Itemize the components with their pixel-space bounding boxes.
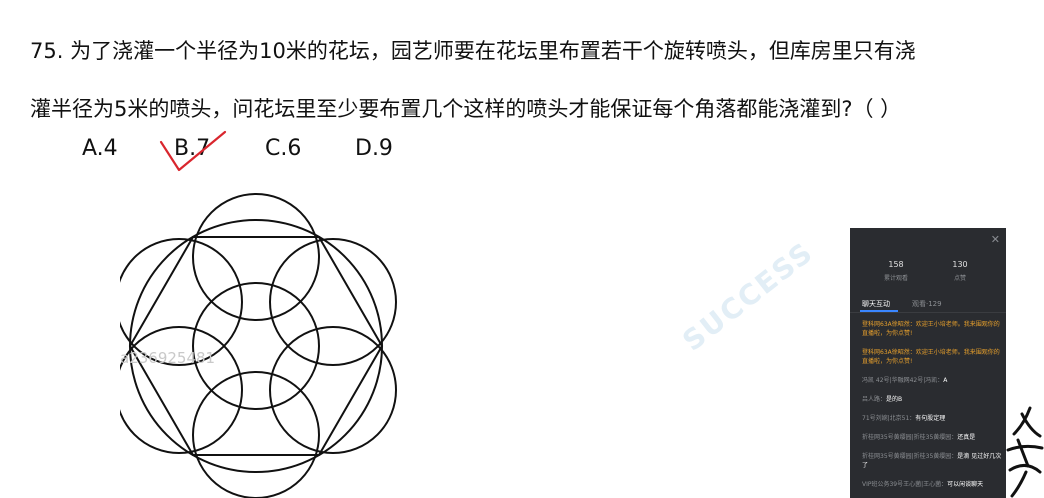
small-circle-top	[192, 193, 320, 321]
circle-coverage-figure	[120, 193, 397, 498]
chat-message: VIP班公务39号王心菌|王心菌：可以闲谈聊天	[862, 480, 1002, 489]
chat-message-author: 折桂网35号黄缨园|折桂35黄缨园：	[862, 453, 958, 460]
chat-message: 71号刘婉|北京51：有句股定理	[862, 414, 1002, 423]
chat-message-author: 71号刘婉|北京51：	[862, 415, 916, 422]
tab-chat[interactable]: 聊天互动	[862, 299, 890, 309]
stat-likes-value: 130	[952, 260, 968, 269]
chat-message: 折桂网35号黄缨园|折桂35黄缨园：是滴 见过好几次了	[862, 452, 1002, 470]
chat-message: 折桂网35号黄缨园|折桂35黄缨园：还真是	[862, 433, 1002, 442]
chat-message-text: 还真是	[957, 434, 976, 441]
option-d[interactable]: D.9	[355, 136, 393, 161]
chat-message-list: 登科网63A徐昭然：欢迎王小培老师。我来围观你的直播啦，为你点赞! 登科网63A…	[862, 320, 1002, 498]
option-c[interactable]: C.6	[265, 136, 301, 161]
outer-circle	[129, 219, 383, 473]
stat-views-label: 累计观看	[883, 275, 908, 282]
check-mark-icon	[159, 130, 227, 172]
stat-views-value: 158	[888, 260, 904, 269]
calligraphy-logo-icon	[1006, 406, 1044, 498]
small-circle-bottom	[192, 371, 320, 498]
watermark-diagonal: SUCCESS	[676, 235, 820, 358]
stat-views: 158 累计观看	[866, 260, 926, 282]
chat-message-author: 冯凯 42号|华融网42号|冯凯：	[862, 377, 944, 384]
watermark-user-id: a236925481	[120, 349, 216, 367]
chat-message-author: 吕人路：	[862, 396, 887, 403]
chat-message-author: 登科网63A徐昭然：	[862, 321, 916, 328]
chat-message: 冯凯 42号|华融网42号|冯凯：A	[862, 376, 1002, 385]
question-line-1-text: 为了浇灌一个半径为10米的花坛，园艺师要在花坛里布置若干个旋转喷头，但库房里只有…	[70, 39, 916, 63]
small-circle-lower-right	[269, 326, 397, 454]
inscribed-hexagon	[128, 236, 384, 456]
chat-message-author: VIP班公务39号王心菌|王心菌：	[862, 481, 948, 488]
stat-likes: 130 点赞	[930, 260, 990, 282]
chat-message: 登科网63A徐昭然：欢迎王小培老师。我来围观你的直播啦，为你点赞!	[862, 348, 1002, 366]
tab-viewers[interactable]: 观看·129	[912, 299, 942, 309]
question-line-1: 75. 为了浇灌一个半径为10米的花坛，园艺师要在花坛里布置若干个旋转喷头，但库…	[30, 22, 1030, 80]
chat-message-author: 登科网63A徐昭然：	[862, 349, 916, 356]
chat-tabs: 聊天互动 观看·129	[850, 296, 1006, 313]
chat-message-text: 可以闲谈聊天	[947, 481, 984, 488]
chat-message-text: A	[943, 377, 948, 384]
question-number: 75.	[30, 39, 64, 63]
stat-likes-label: 点赞	[953, 275, 966, 282]
live-chat-panel: ✕ 158 累计观看 130 点赞 聊天互动 观看·129 登科网63A徐昭然：…	[850, 228, 1006, 498]
question-text: 75. 为了浇灌一个半径为10米的花坛，园艺师要在花坛里布置若干个旋转喷头，但库…	[30, 22, 1030, 138]
chat-message-author: 折桂网35号黄缨园|折桂35黄缨园：	[862, 434, 958, 441]
chat-message-text: 有句股定理	[915, 415, 946, 422]
option-a[interactable]: A.4	[82, 136, 118, 161]
active-tab-indicator	[860, 310, 898, 312]
chat-message: 登科网63A徐昭然：欢迎王小培老师。我来围观你的直播啦，为你点赞!	[862, 320, 1002, 338]
chat-message: 吕人路：是的B	[862, 395, 1002, 404]
close-icon[interactable]: ✕	[991, 233, 1000, 246]
chat-message-text: 是的B	[886, 396, 903, 403]
